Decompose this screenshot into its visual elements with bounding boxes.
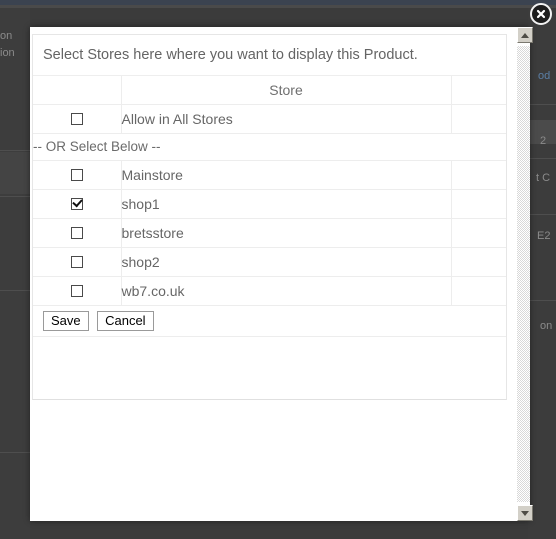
save-button[interactable]: Save (43, 311, 89, 331)
scrollbar-track[interactable] (517, 46, 530, 502)
store-name-cell: shop2 (121, 247, 452, 277)
background-right-column (528, 8, 556, 539)
table-row[interactable]: shop2 (33, 247, 506, 277)
store-checkbox-cell[interactable] (33, 276, 122, 306)
modal-action-row: Save Cancel (33, 306, 506, 337)
separator-label: -- OR Select Below -- (33, 133, 506, 161)
background-divider (528, 158, 556, 159)
background-panel (0, 152, 30, 194)
table-row[interactable]: Allow in All Stores (33, 104, 506, 134)
store-row-spacer (451, 160, 506, 190)
background-text-fragment: 2 (540, 135, 547, 147)
store-row-spacer (451, 218, 506, 248)
store-checkbox-cell[interactable] (33, 218, 122, 248)
background-text-fragment: ion (0, 47, 15, 59)
store-name-cell: Mainstore (121, 160, 452, 190)
column-header-checkbox (33, 76, 122, 105)
arrow-up-icon (521, 32, 529, 38)
table-row[interactable]: bretsstore (33, 218, 506, 248)
background-divider (0, 150, 30, 151)
background-text-fragment: on (0, 30, 13, 42)
scrollbar-down-button[interactable] (517, 505, 533, 521)
store-row-spacer (451, 276, 506, 306)
store-checkbox-cell[interactable] (33, 247, 122, 277)
store-checkbox[interactable] (70, 197, 83, 210)
background-text-fragment: t C (536, 172, 551, 184)
store-row-spacer (451, 247, 506, 277)
store-checkbox[interactable] (70, 168, 83, 181)
store-checkbox[interactable] (70, 255, 83, 268)
store-row-spacer (451, 189, 506, 219)
stores-table: Store Allow in All Stores -- OR Select Be… (33, 76, 506, 306)
background-text-fragment: on (540, 320, 553, 332)
modal-intro-text: Select Stores here where you want to dis… (33, 35, 506, 76)
table-row[interactable]: wb7.co.uk (33, 276, 506, 306)
table-row[interactable]: shop1 (33, 189, 506, 219)
store-row-spacer (451, 104, 506, 134)
background-left-column (0, 8, 30, 539)
select-stores-modal: Select Stores here where you want to dis… (30, 27, 533, 521)
table-row-separator: -- OR Select Below -- (33, 133, 506, 161)
store-checkbox-cell[interactable] (33, 189, 122, 219)
background-divider (528, 300, 556, 301)
modal-body: Select Stores here where you want to dis… (30, 27, 516, 521)
store-name-cell: wb7.co.uk (121, 276, 452, 306)
background-divider (528, 214, 556, 215)
panel-empty-area (33, 337, 506, 399)
background-divider (0, 452, 30, 453)
column-header-spacer (451, 76, 506, 105)
stores-table-head: Store (33, 76, 506, 105)
table-row[interactable]: Mainstore (33, 160, 506, 190)
background-divider (528, 104, 556, 105)
background-text-fragment: od (538, 70, 551, 82)
store-checkbox[interactable] (70, 226, 83, 239)
store-name-cell: shop1 (121, 189, 452, 219)
modal-scrollbar[interactable] (517, 27, 533, 521)
screen: on ion od 2 t C E2 on Select Stores here… (0, 0, 556, 539)
arrow-down-icon (521, 510, 529, 516)
store-name-cell: Allow in All Stores (121, 104, 452, 134)
background-top-strip-secondary (0, 5, 556, 8)
background-divider (0, 196, 30, 197)
stores-table-body: Allow in All Stores -- OR Select Below --… (33, 104, 506, 306)
store-checkbox[interactable] (70, 284, 83, 297)
scrollbar-up-button[interactable] (517, 27, 533, 43)
background-text-fragment: E2 (537, 230, 551, 242)
column-header-store: Store (120, 76, 452, 105)
close-icon (536, 9, 546, 19)
background-divider (0, 290, 30, 291)
store-checkbox-cell[interactable] (33, 160, 122, 190)
store-checkbox-cell[interactable] (33, 104, 122, 134)
store-name-cell: bretsstore (121, 218, 452, 248)
table-header-row: Store (33, 76, 506, 105)
close-modal-button[interactable] (530, 3, 552, 25)
store-checkbox[interactable] (70, 112, 83, 125)
stores-panel: Select Stores here where you want to dis… (32, 34, 507, 400)
cancel-button[interactable]: Cancel (97, 311, 154, 331)
